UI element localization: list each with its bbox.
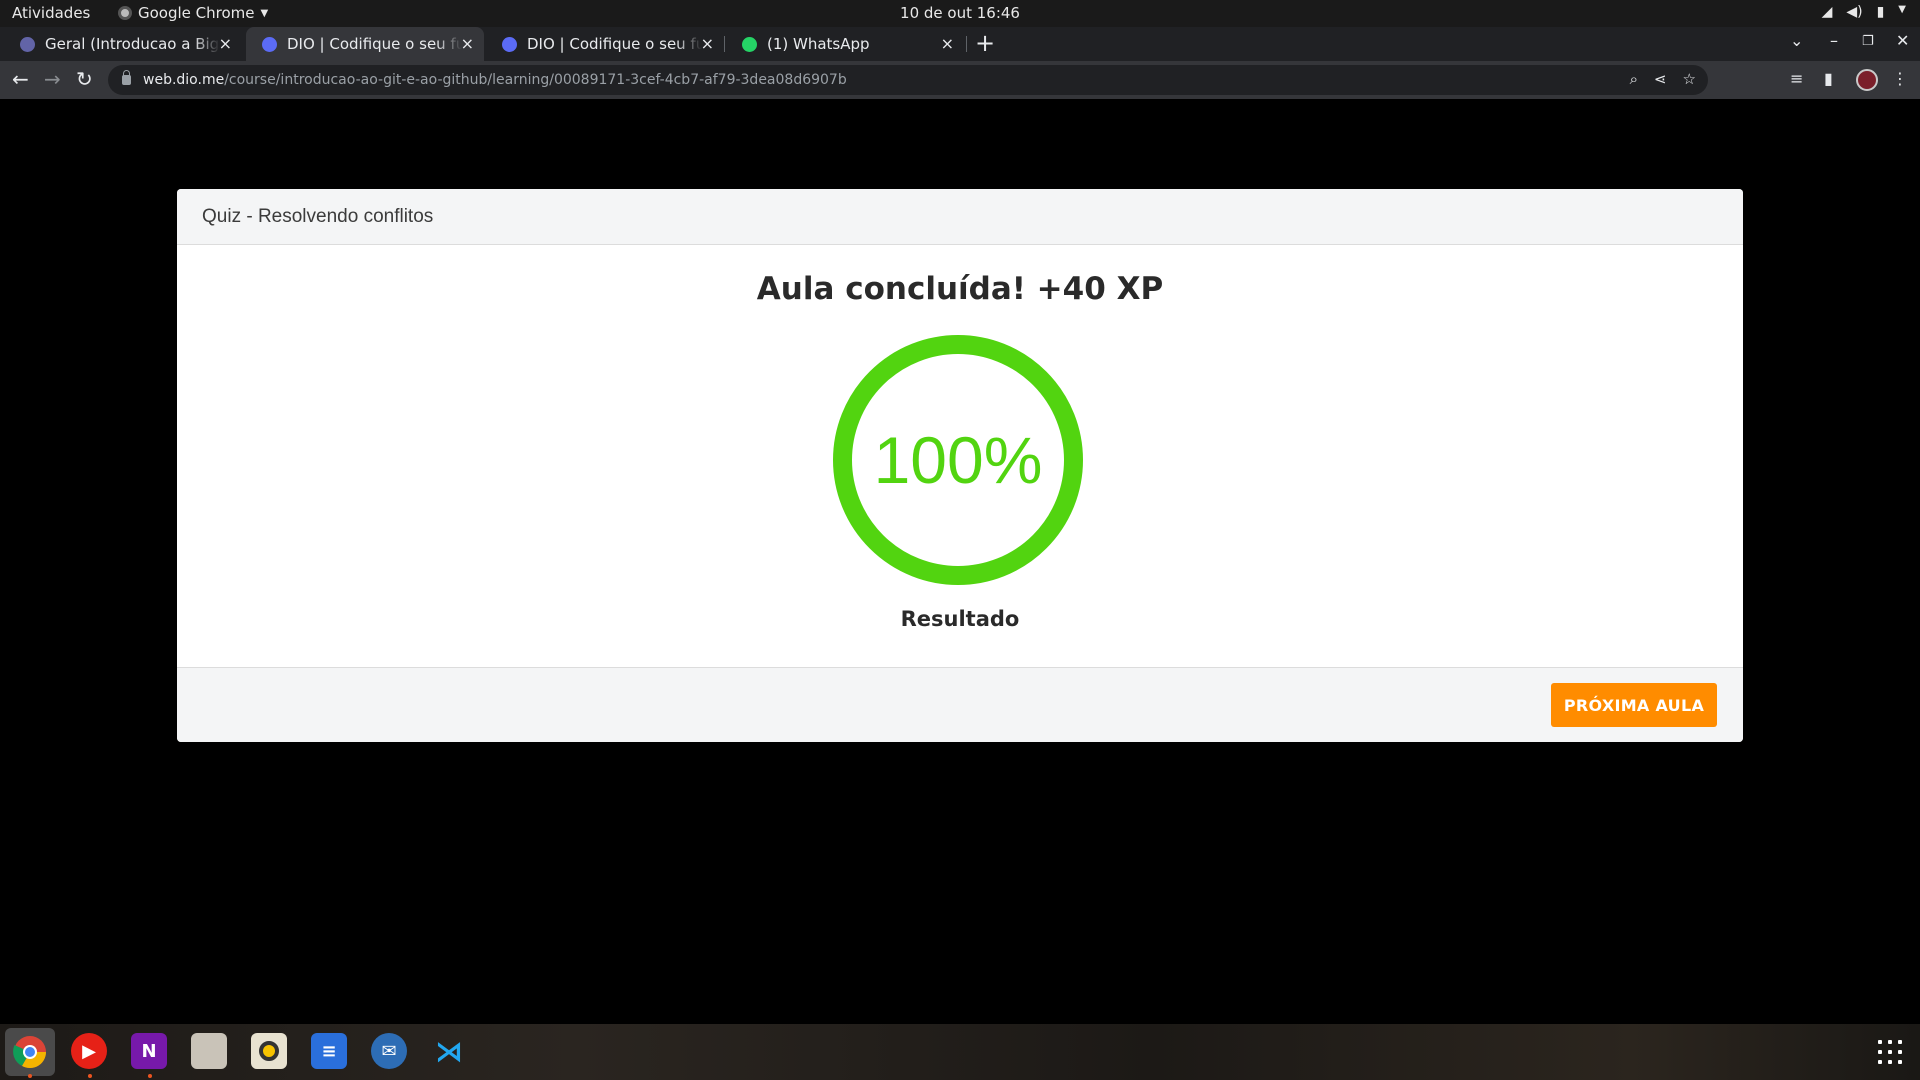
restore-icon[interactable]: ❐ [1862, 34, 1874, 49]
modal-body: Aula concluída! +40 XP 100% Resultado [177, 245, 1743, 667]
reload-icon[interactable]: ↻ [76, 67, 93, 91]
tab-title: Geral (Introducao a Big Data [45, 35, 220, 53]
url-host: web.dio.me [143, 72, 225, 88]
close-tab-icon[interactable]: × [701, 34, 714, 53]
more-menu-icon[interactable]: ⋮ [1892, 69, 1908, 88]
lesson-complete-heading: Aula concluída! +40 XP [756, 271, 1164, 307]
thunderbird-icon[interactable]: ✉ [371, 1033, 407, 1069]
teams-icon [20, 36, 35, 52]
tab-search-icon[interactable]: ⌄ [1790, 31, 1803, 50]
files-icon[interactable] [191, 1033, 227, 1069]
tab-teams[interactable]: Geral (Introducao a Big Data × [4, 27, 242, 61]
chrome-mini-icon [118, 6, 132, 20]
activities-button[interactable]: Atividades [12, 4, 90, 22]
side-panel-icon[interactable]: ▮ [1824, 69, 1833, 88]
caret-down-icon: ▼ [260, 7, 269, 19]
tab-strip: Geral (Introducao a Big Data × DIO | Cod… [0, 27, 1920, 61]
share-icon[interactable]: ⋖ [1654, 70, 1667, 88]
url-path: /course/introducao-ao-git-e-ao-github/le… [224, 72, 847, 88]
new-tab-button[interactable]: + [975, 29, 995, 57]
tab-dio[interactable]: DIO | Codifique o seu futuro × [486, 27, 724, 61]
tab-separator [724, 36, 725, 52]
tab-dio-active[interactable]: DIO | Codifique o seu futuro × [246, 27, 484, 61]
dio-icon [262, 36, 277, 52]
close-tab-icon[interactable]: × [941, 34, 954, 53]
forward-arrow-icon[interactable]: → [44, 67, 61, 91]
youtube-music-icon[interactable]: ▶ [71, 1033, 107, 1069]
app-menu-label: Google Chrome [138, 4, 255, 22]
onenote-icon[interactable]: N [131, 1033, 167, 1069]
chevron-down-icon: ▼ [1898, 4, 1906, 15]
browser-toolbar: ← → ↻ web.dio.me /course/introducao-ao-g… [0, 61, 1920, 99]
tab-title: DIO | Codifique o seu futuro [527, 35, 702, 53]
zoom-icon[interactable]: ⌕ [1630, 70, 1638, 88]
system-top-bar: Atividades Google Chrome ▼ 10 de out 16:… [0, 0, 1920, 27]
rhythmbox-icon[interactable] [251, 1033, 287, 1069]
address-bar[interactable]: web.dio.me /course/introducao-ao-git-e-a… [108, 65, 1708, 95]
clock[interactable]: 10 de out 16:46 [900, 4, 1020, 22]
tab-whatsapp[interactable]: (1) WhatsApp × [726, 27, 964, 61]
quiz-result-modal: Quiz - Resolvendo conflitos Aula concluí… [177, 189, 1743, 742]
close-tab-icon[interactable]: × [219, 34, 232, 53]
page-content: Quiz - Resolvendo conflitos Aula concluí… [0, 99, 1920, 1024]
system-tray[interactable]: ◢ ◀) ▮ ▼ [1822, 4, 1906, 20]
volume-icon: ◀) [1846, 4, 1863, 20]
modal-header: Quiz - Resolvendo conflitos [177, 189, 1743, 245]
running-indicator [88, 1074, 92, 1078]
vscode-icon[interactable]: ⋊ [431, 1033, 467, 1069]
app-menu[interactable]: Google Chrome ▼ [118, 4, 268, 22]
lock-icon [122, 70, 131, 85]
close-tab-icon[interactable]: × [461, 34, 474, 53]
chrome-icon[interactable] [5, 1028, 55, 1076]
progress-percentage: 100% [873, 423, 1043, 497]
close-window-icon[interactable]: ✕ [1896, 31, 1909, 50]
progress-ring: 100% [833, 335, 1083, 585]
reading-list-icon[interactable]: ≡ [1790, 69, 1803, 88]
modal-title: Quiz - Resolvendo conflitos [202, 205, 434, 227]
running-indicator [148, 1074, 152, 1078]
tab-separator [966, 36, 967, 52]
whatsapp-icon [742, 36, 757, 52]
bookmark-star-icon[interactable]: ☆ [1683, 70, 1696, 88]
back-arrow-icon[interactable]: ← [12, 67, 29, 91]
dio-icon [502, 36, 517, 52]
wifi-icon: ◢ [1821, 4, 1833, 20]
tab-title: DIO | Codifique o seu futuro [287, 35, 462, 53]
profile-avatar[interactable] [1856, 69, 1878, 91]
tab-title: (1) WhatsApp [767, 35, 870, 53]
result-label: Resultado [900, 607, 1020, 631]
dock: ▶ N ≡ ✉ ⋊ [0, 1024, 1920, 1080]
text-editor-icon[interactable]: ≡ [311, 1033, 347, 1069]
show-applications-icon[interactable] [1878, 1040, 1902, 1064]
running-indicator [28, 1074, 32, 1078]
minimize-icon[interactable]: – [1830, 31, 1838, 50]
battery-icon: ▮ [1876, 4, 1885, 20]
modal-footer: PRÓXIMA AULA [177, 667, 1743, 742]
next-lesson-button[interactable]: PRÓXIMA AULA [1551, 683, 1717, 727]
